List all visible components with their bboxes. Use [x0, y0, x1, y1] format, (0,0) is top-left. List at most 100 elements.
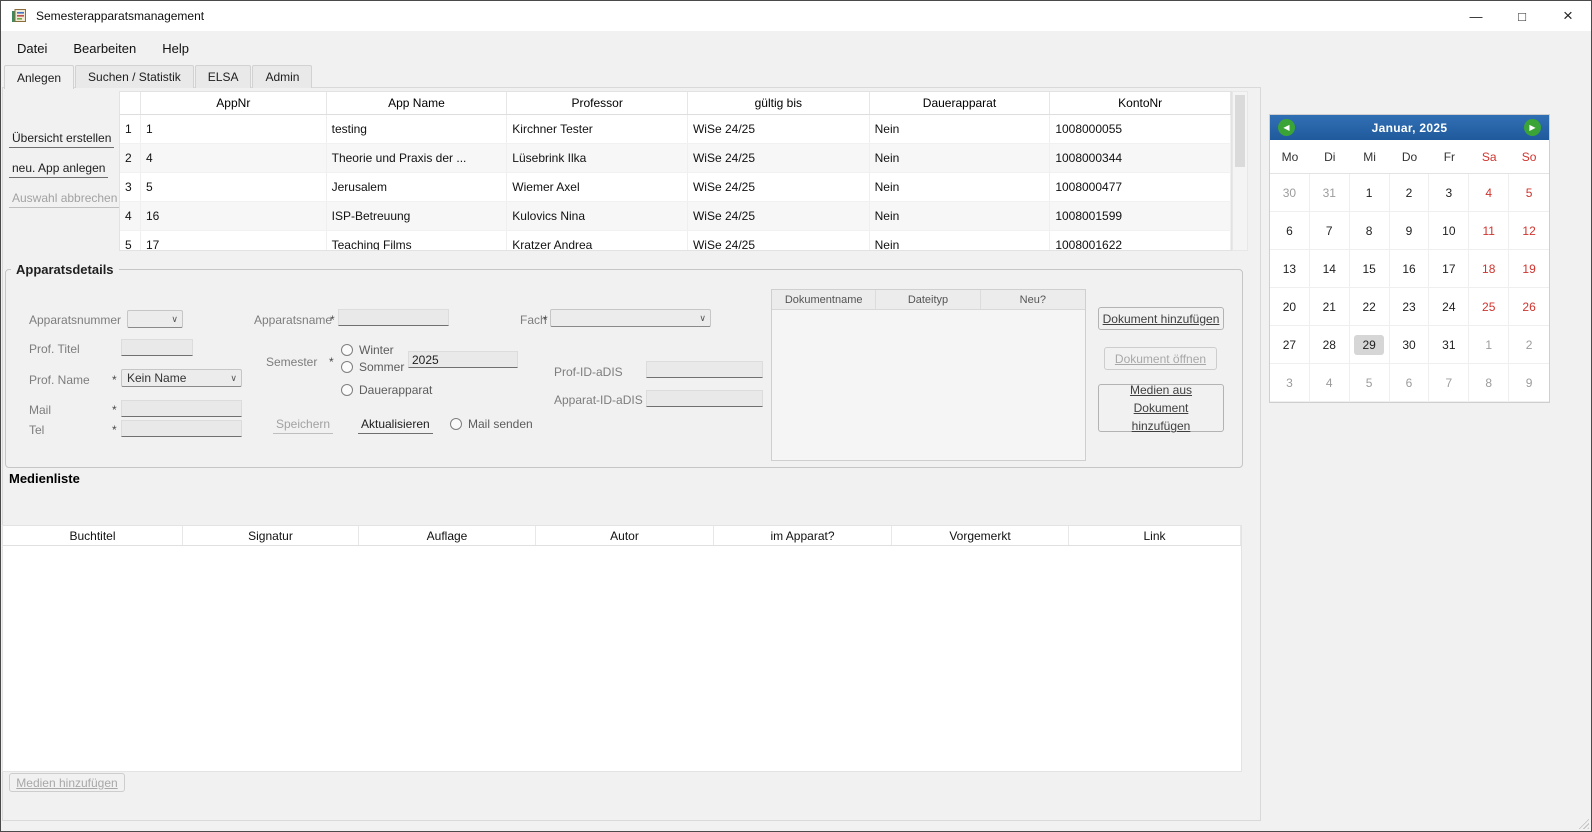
calendar-day[interactable]: 4	[1310, 364, 1350, 402]
calendar-day[interactable]: 28	[1310, 326, 1350, 364]
apparatsname-input[interactable]	[338, 309, 449, 326]
tab-anlegen[interactable]: Anlegen	[4, 65, 74, 89]
app-table-row[interactable]: 35JerusalemWiemer AxelWiSe 24/25Nein1008…	[120, 173, 1231, 202]
prof-id-adis-input[interactable]	[646, 361, 763, 378]
mail-input[interactable]	[121, 400, 242, 417]
calendar-day[interactable]: 15	[1350, 250, 1390, 288]
calendar-next-button[interactable]: ▶	[1524, 119, 1541, 136]
media-column-vorgemerkt[interactable]: Vorgemerkt	[892, 526, 1069, 545]
app-table-row[interactable]: 11testingKirchner TesterWiSe 24/25Nein10…	[120, 115, 1231, 144]
column-header-professor[interactable]: Professor	[507, 92, 688, 114]
sommer-radio[interactable]: Sommer	[341, 360, 404, 374]
calendar-day[interactable]: 24	[1429, 288, 1469, 326]
app-table-scrollbar[interactable]	[1232, 91, 1248, 251]
calendar-day[interactable]: 12	[1509, 212, 1549, 250]
calendar-day[interactable]: 7	[1429, 364, 1469, 402]
calendar-day[interactable]: 31	[1429, 326, 1469, 364]
column-header-kontonr[interactable]: KontoNr	[1050, 92, 1231, 114]
calendar-day[interactable]: 18	[1469, 250, 1509, 288]
calendar-day[interactable]: 3	[1270, 364, 1310, 402]
media-column-im-apparat[interactable]: im Apparat?	[714, 526, 892, 545]
column-header-dauerapparat[interactable]: Dauerapparat	[870, 92, 1051, 114]
resize-grip[interactable]	[1576, 816, 1589, 829]
calendar-day[interactable]: 6	[1270, 212, 1310, 250]
calendar-day[interactable]: 11	[1469, 212, 1509, 250]
dauerapparat-radio[interactable]: Dauerapparat	[341, 383, 432, 397]
media-column-buchtitel[interactable]: Buchtitel	[3, 526, 183, 545]
medien-hinzufuegen-button[interactable]: Medien hinzufügen	[9, 773, 125, 792]
minimize-button[interactable]: —	[1453, 1, 1499, 31]
calendar-day[interactable]: 6	[1390, 364, 1430, 402]
neue-app-anlegen-button[interactable]: neu. App anlegen	[9, 159, 108, 178]
calendar-day[interactable]: 23	[1390, 288, 1430, 326]
doc-column-neu[interactable]: Neu?	[981, 290, 1085, 309]
aktualisieren-button[interactable]: Aktualisieren	[358, 415, 433, 434]
calendar-day[interactable]: 30	[1390, 326, 1430, 364]
column-header-appnr[interactable]: AppNr	[141, 92, 327, 114]
menu-datei[interactable]: Datei	[4, 34, 60, 63]
column-header-app-name[interactable]: App Name	[327, 92, 508, 114]
dokument-oeffnen-button[interactable]: Dokument öffnen	[1104, 347, 1217, 370]
calendar-day[interactable]: 8	[1469, 364, 1509, 402]
winter-radio[interactable]: Winter	[341, 343, 394, 357]
doc-column-dokumentname[interactable]: Dokumentname	[772, 290, 876, 309]
calendar-day[interactable]: 1	[1350, 174, 1390, 212]
maximize-button[interactable]: □	[1499, 1, 1545, 31]
calendar-day[interactable]: 9	[1509, 364, 1549, 402]
calendar-day[interactable]: 8	[1350, 212, 1390, 250]
calendar-day[interactable]: 3	[1429, 174, 1469, 212]
apparat-id-adis-input[interactable]	[646, 390, 763, 407]
calendar-day[interactable]: 2	[1509, 326, 1549, 364]
tab-elsa[interactable]: ELSA	[195, 65, 252, 88]
calendar-day[interactable]: 30	[1270, 174, 1310, 212]
calendar-day[interactable]: 2	[1390, 174, 1430, 212]
calendar-day[interactable]: 1	[1469, 326, 1509, 364]
prof-titel-input[interactable]	[121, 339, 193, 356]
calendar-day[interactable]: 22	[1350, 288, 1390, 326]
calendar-day[interactable]: 7	[1310, 212, 1350, 250]
calendar-day[interactable]: 20	[1270, 288, 1310, 326]
calendar-day[interactable]: 26	[1509, 288, 1549, 326]
semester-jahr-input[interactable]	[408, 351, 518, 368]
calendar-day[interactable]: 19	[1509, 250, 1549, 288]
calendar-day[interactable]: 27	[1270, 326, 1310, 364]
calendar-day[interactable]: 5	[1509, 174, 1549, 212]
auswahl-abbrechen-button[interactable]: Auswahl abbrechen	[9, 189, 120, 208]
calendar-day[interactable]: 17	[1429, 250, 1469, 288]
speichern-button[interactable]: Speichern	[273, 415, 333, 434]
calendar-day[interactable]: 25	[1469, 288, 1509, 326]
media-column-auflage[interactable]: Auflage	[359, 526, 536, 545]
fach-combo[interactable]: ∨	[550, 309, 711, 327]
calendar-day[interactable]: 21	[1310, 288, 1350, 326]
calendar-day[interactable]: 9	[1390, 212, 1430, 250]
dokument-hinzufuegen-button[interactable]: Dokument hinzufügen	[1098, 307, 1224, 330]
calendar-day[interactable]: 13	[1270, 250, 1310, 288]
menu-bearbeiten[interactable]: Bearbeiten	[60, 34, 149, 63]
uebersicht-erstellen-button[interactable]: Übersicht erstellen	[9, 129, 114, 148]
calendar-day[interactable]: 14	[1310, 250, 1350, 288]
prof-name-combo[interactable]: Kein Name ∨	[121, 369, 242, 387]
calendar-day[interactable]: 31	[1310, 174, 1350, 212]
tab-suchen-statistik[interactable]: Suchen / Statistik	[75, 65, 194, 88]
doc-column-dateityp[interactable]: Dateityp	[876, 290, 980, 309]
close-button[interactable]: ×	[1545, 1, 1591, 31]
app-table-row[interactable]: 517Teaching FilmsKratzer AndreaWiSe 24/2…	[120, 231, 1231, 251]
media-column-autor[interactable]: Autor	[536, 526, 714, 545]
column-header-gueltig-bis[interactable]: gültig bis	[688, 92, 870, 114]
calendar-day[interactable]: 29	[1350, 326, 1390, 364]
calendar-prev-button[interactable]: ◀	[1278, 119, 1295, 136]
medien-aus-dokument-button[interactable]: Medien aus Dokument hinzufügen	[1098, 384, 1224, 432]
calendar-day[interactable]: 16	[1390, 250, 1430, 288]
calendar-day[interactable]: 4	[1469, 174, 1509, 212]
tab-admin[interactable]: Admin	[252, 65, 312, 88]
scrollbar-thumb[interactable]	[1235, 95, 1245, 167]
app-table-row[interactable]: 416ISP-BetreuungKulovics NinaWiSe 24/25N…	[120, 202, 1231, 231]
media-column-link[interactable]: Link	[1069, 526, 1241, 545]
calendar-day[interactable]: 5	[1350, 364, 1390, 402]
menu-help[interactable]: Help	[149, 34, 202, 63]
media-column-signatur[interactable]: Signatur	[183, 526, 359, 545]
apparatsnummer-combo[interactable]: ∨	[127, 310, 183, 328]
calendar-day[interactable]: 10	[1429, 212, 1469, 250]
mail-senden-checkbox[interactable]: Mail senden	[450, 417, 533, 431]
app-table-row[interactable]: 24Theorie und Praxis der ...Lüsebrink Il…	[120, 144, 1231, 173]
